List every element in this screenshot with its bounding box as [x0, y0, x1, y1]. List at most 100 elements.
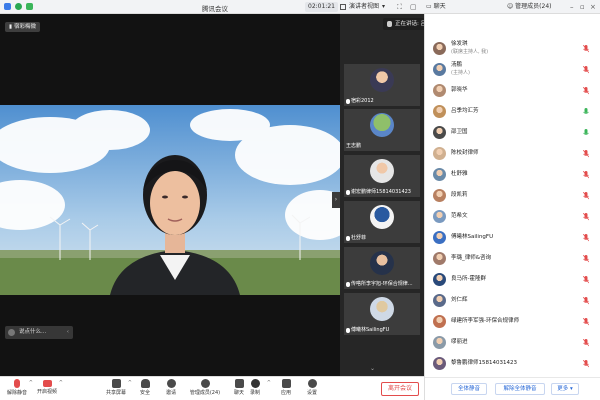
chat-tab-icon: ▭ — [426, 3, 434, 10]
maximize-icon[interactable]: ▫ — [580, 2, 585, 12]
avatar — [433, 168, 446, 181]
member-row[interactable]: 傅曦林SailingFU — [425, 227, 600, 248]
mic-muted-icon[interactable] — [583, 296, 589, 305]
unmute-label: 解除静音 — [6, 390, 27, 396]
shield-icon — [140, 379, 150, 388]
thumbnail-tile[interactable]: 王志鹏 — [344, 109, 420, 151]
member-row[interactable]: 绿建所李军强-环保合规律师 — [425, 311, 600, 332]
participant-thumbnails[interactable]: › 宿彩2012 王志鹏 谢宏鹏律师15814031423 杜舒菲 传嗒所李宇旭… — [332, 14, 424, 376]
chat-bubble-icon — [8, 329, 15, 336]
members-tab-icon: ☺ — [507, 3, 516, 10]
member-name: 吕季均汇芳 — [451, 108, 479, 114]
mic-icon — [387, 21, 392, 27]
participant-photo — [370, 68, 394, 92]
invite-label: 邀请 — [165, 390, 176, 396]
mic-muted-icon[interactable] — [583, 359, 589, 368]
member-row[interactable]: 汤鹏 (主持人) — [425, 59, 600, 80]
mic-icon — [346, 281, 350, 287]
avatar — [433, 147, 446, 160]
member-row[interactable]: 缪丽进 — [425, 332, 600, 353]
member-name: 良马所-霍隆群 — [451, 276, 486, 282]
member-name: 缪丽进 — [451, 339, 468, 345]
record-button[interactable]: 录制 ^ — [238, 379, 272, 400]
speaker-name: 宿彩梅微 — [14, 24, 37, 30]
avatar — [433, 294, 446, 307]
member-panel[interactable]: 徐发琪 (联席主持人, 我) 汤鹏 (主持人) 郭晓华吕季均汇芳邵卫国 陈校封律师 杜舒雅段… — [424, 14, 600, 400]
participant-photo — [370, 297, 394, 321]
leave-meeting-button[interactable]: 离开会议 — [381, 382, 419, 396]
member-row[interactable]: 徐发琪 (联席主持人, 我) — [425, 38, 600, 59]
members-tab[interactable]: ☺ 管理成员(24) — [507, 2, 552, 12]
chat-tab-label: 聊天 — [433, 3, 446, 10]
chevron-up-icon[interactable]: ^ — [59, 380, 63, 386]
member-row[interactable]: 良马所-霍隆群 — [425, 269, 600, 290]
member-role: (联席主持人, 我) — [451, 49, 489, 55]
members-tab-label: 管理成员(24) — [515, 3, 552, 10]
minimize-icon[interactable]: – — [570, 2, 574, 12]
thumbnail-name: 传嗒所李宇旭-环保合规律... — [351, 281, 413, 287]
member-name: 段凯莉 — [451, 192, 468, 198]
unmute-button[interactable]: 解除静音 ^ — [0, 379, 34, 400]
mic-on-icon[interactable] — [583, 128, 589, 137]
mic-muted-icon[interactable] — [583, 86, 589, 95]
mic-muted-icon[interactable] — [583, 149, 589, 158]
view-switch-button[interactable]: 演讲者视图 ▾ — [340, 2, 385, 12]
member-row[interactable]: 杜舒雅 — [425, 164, 600, 185]
collapse-thumbnails-button[interactable]: › — [332, 192, 340, 208]
member-row[interactable]: 吕季均汇芳 — [425, 101, 600, 122]
member-row[interactable]: 李璐_律师&咨询 — [425, 248, 600, 269]
more-button[interactable]: 更多 ▾ — [551, 383, 579, 395]
mic-on-icon[interactable] — [583, 107, 589, 116]
mic-muted-icon[interactable] — [583, 65, 589, 74]
record-label: 录制 — [249, 390, 260, 396]
mic-muted-icon[interactable] — [583, 317, 589, 326]
video-label: 开启视频 — [36, 389, 57, 395]
mic-muted-icon[interactable] — [583, 170, 589, 179]
mic-muted-icon[interactable] — [583, 233, 589, 242]
member-row[interactable]: 邵卫国 — [425, 122, 600, 143]
main-video-stage[interactable]: ▮ 宿彩梅微 说点什么... ‹ — [0, 14, 340, 376]
mic-muted-icon[interactable] — [583, 338, 589, 347]
invite-button[interactable]: 邀请 — [154, 379, 188, 400]
member-row[interactable]: 陈校封律师 — [425, 143, 600, 164]
close-icon[interactable]: × — [590, 2, 596, 12]
thumbnail-tile[interactable]: 传嗒所李宇旭-环保合规律... — [344, 247, 420, 289]
thumbnail-tile[interactable]: 杜舒菲 — [344, 201, 420, 243]
mute-all-button[interactable]: 全体静音 — [451, 383, 487, 395]
chat-quick-placeholder: 说点什么... — [19, 329, 47, 335]
grid-view-icon — [340, 4, 346, 10]
avatar — [433, 315, 446, 328]
member-row[interactable]: 段凯莉 — [425, 185, 600, 206]
member-name: 郭晓华 — [451, 87, 468, 93]
mic-muted-icon[interactable] — [583, 254, 589, 263]
member-row[interactable]: 范希文 — [425, 206, 600, 227]
thumbnail-name: 傅曦林SailingFU — [351, 327, 390, 333]
avatar — [433, 252, 446, 265]
mic-icon — [346, 98, 350, 104]
apps-grid-icon — [281, 379, 291, 388]
chat-tab[interactable]: ▭ 聊天 — [426, 2, 446, 12]
member-panel-footer: 全体静音 解除全体静音 更多 ▾ — [425, 377, 600, 400]
layout-icon[interactable]: ▢ — [410, 2, 417, 12]
thumbnail-tile[interactable]: 宿彩2012 — [344, 64, 420, 106]
manage-members-button[interactable]: 管理成员(24) — [184, 379, 226, 400]
chevron-down-icon[interactable]: ⌄ — [370, 365, 375, 372]
video-button[interactable]: 开启视频 ^ — [30, 379, 64, 400]
avatar — [433, 336, 446, 349]
member-row[interactable]: 黎鲁鹏律师15814031423 — [425, 353, 600, 374]
chevron-left-icon[interactable]: ‹ — [67, 326, 69, 339]
mic-muted-icon[interactable] — [583, 275, 589, 284]
mic-muted-icon[interactable] — [583, 212, 589, 221]
member-row[interactable]: 刘仁辉 — [425, 290, 600, 311]
unmute-all-button[interactable]: 解除全体静音 — [495, 383, 545, 395]
mic-muted-icon[interactable] — [583, 44, 589, 53]
mic-muted-icon[interactable] — [583, 191, 589, 200]
settings-button[interactable]: 设置 — [295, 379, 329, 400]
thumbnail-tile[interactable]: 谢宏鹏律师15814031423 — [344, 155, 420, 197]
member-row[interactable]: 郭晓华 — [425, 80, 600, 101]
thumbnail-tile[interactable]: 傅曦林SailingFU — [344, 293, 420, 335]
record-icon — [250, 379, 260, 388]
fullscreen-icon[interactable]: ⛶ — [397, 2, 402, 12]
chat-quick-input[interactable]: 说点什么... ‹ — [5, 326, 73, 339]
speaker-icon: ▮ — [9, 24, 13, 30]
